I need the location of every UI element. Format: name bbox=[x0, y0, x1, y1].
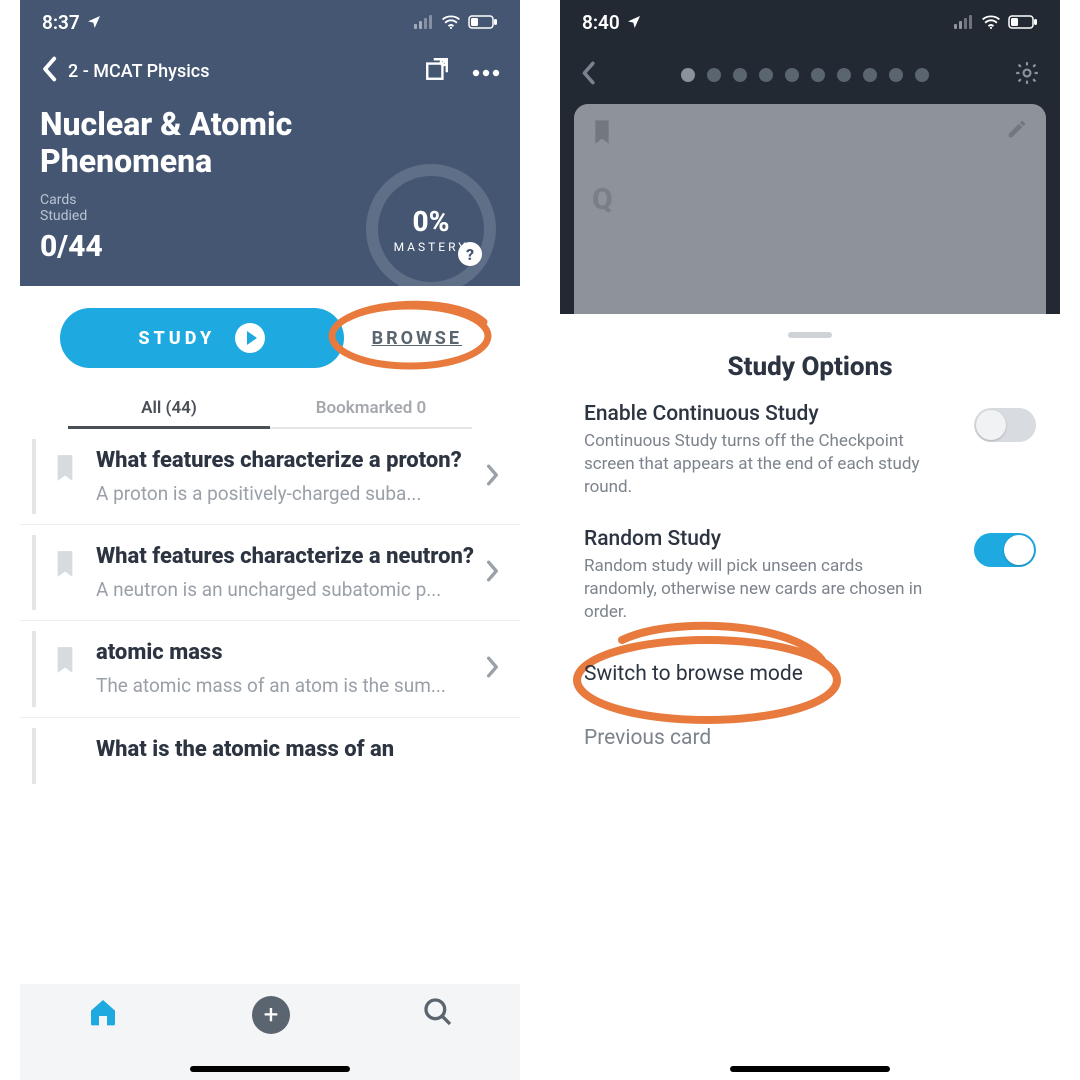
bookmark-icon[interactable] bbox=[592, 118, 612, 150]
home-icon bbox=[86, 996, 120, 1028]
home-indicator bbox=[730, 1066, 890, 1072]
settings-button[interactable] bbox=[1014, 60, 1040, 90]
progress-dot bbox=[759, 68, 773, 82]
battery-icon bbox=[468, 15, 498, 29]
progress-dot bbox=[837, 68, 851, 82]
wifi-icon bbox=[981, 14, 1001, 30]
home-tab[interactable] bbox=[86, 996, 120, 1032]
share-icon[interactable] bbox=[424, 56, 450, 86]
search-tab[interactable] bbox=[422, 996, 454, 1032]
signal-icon bbox=[414, 15, 434, 29]
bookmark-icon[interactable] bbox=[54, 453, 80, 487]
card-answer: A proton is a positively-charged suba... bbox=[96, 481, 476, 507]
option-random-study: Random Study Random study will pick unse… bbox=[584, 527, 1036, 624]
edit-icon[interactable] bbox=[1006, 118, 1028, 144]
battery-icon bbox=[1008, 15, 1038, 29]
progress-dots bbox=[681, 68, 929, 82]
sheet-grabber[interactable] bbox=[788, 332, 832, 338]
progress-dot bbox=[681, 68, 695, 82]
list-item[interactable]: atomic mass The atomic mass of an atom i… bbox=[20, 621, 520, 717]
option-continuous-study: Enable Continuous Study Continuous Study… bbox=[584, 402, 1036, 499]
signal-icon bbox=[954, 15, 974, 29]
progress-dot bbox=[707, 68, 721, 82]
tab-bookmarked[interactable]: Bookmarked 0 bbox=[270, 390, 472, 427]
wifi-icon bbox=[441, 14, 461, 30]
bookmark-icon[interactable] bbox=[54, 645, 80, 679]
deck-header: 2 - MCAT Physics Nuclear & Atomic Phenom… bbox=[20, 44, 520, 286]
search-icon bbox=[422, 996, 454, 1028]
bottom-nav: + bbox=[20, 984, 520, 1080]
gear-icon bbox=[1014, 60, 1040, 86]
chevron-right-icon bbox=[486, 464, 500, 490]
progress-dot bbox=[785, 68, 799, 82]
card-answer: A neutron is an uncharged subatomic p... bbox=[96, 577, 476, 603]
card-question: What features characterize a proton? bbox=[96, 447, 476, 475]
card-question: atomic mass bbox=[96, 639, 476, 667]
progress-dot bbox=[915, 68, 929, 82]
card-question: What features characterize a neutron? bbox=[96, 543, 476, 571]
card-list: What features characterize a proton? A p… bbox=[20, 429, 520, 793]
chevron-right-icon bbox=[486, 560, 500, 586]
browse-link[interactable]: BROWSE bbox=[354, 328, 480, 349]
option-description: Random study will pick unseen cards rand… bbox=[584, 555, 924, 624]
status-bar: 8:40 bbox=[560, 0, 1060, 44]
chevron-right-icon bbox=[486, 656, 500, 682]
play-icon bbox=[235, 323, 265, 353]
list-item[interactable]: What features characterize a proton? A p… bbox=[20, 429, 520, 525]
study-button[interactable]: STUDY bbox=[60, 308, 344, 368]
add-button[interactable]: + bbox=[252, 996, 290, 1034]
tabs: All (44) Bookmarked 0 bbox=[68, 390, 472, 429]
list-item[interactable]: What is the atomic mass of an bbox=[20, 718, 520, 794]
option-title: Random Study bbox=[584, 527, 958, 551]
status-time: 8:40 bbox=[582, 11, 620, 34]
toggle-random-study[interactable] bbox=[974, 533, 1036, 567]
back-button[interactable] bbox=[40, 56, 58, 86]
progress-dot bbox=[733, 68, 747, 82]
back-button[interactable] bbox=[580, 61, 596, 89]
deck-title: Nuclear & Atomic Phenomena bbox=[40, 106, 340, 180]
option-title: Enable Continuous Study bbox=[584, 402, 958, 426]
home-indicator bbox=[190, 1066, 350, 1072]
location-arrow-icon bbox=[86, 14, 102, 30]
question-icon: Q bbox=[592, 182, 613, 217]
study-label: STUDY bbox=[138, 328, 215, 349]
previous-card[interactable]: Previous card bbox=[584, 716, 1036, 760]
location-arrow-icon bbox=[626, 14, 642, 30]
progress-dot bbox=[863, 68, 877, 82]
list-item[interactable]: What features characterize a neutron? A … bbox=[20, 525, 520, 621]
status-bar: 8:37 bbox=[20, 0, 520, 44]
help-button[interactable]: ? bbox=[458, 242, 482, 266]
study-options-sheet: Study Options Enable Continuous Study Co… bbox=[560, 316, 1060, 1080]
toggle-continuous-study[interactable] bbox=[974, 408, 1036, 442]
bookmark-icon[interactable] bbox=[54, 549, 80, 583]
tab-all[interactable]: All (44) bbox=[68, 390, 270, 429]
study-header: Q bbox=[560, 44, 1060, 314]
mastery-ring: 0% MASTERY bbox=[366, 164, 496, 294]
progress-dot bbox=[811, 68, 825, 82]
status-time: 8:37 bbox=[42, 11, 80, 34]
sheet-title: Study Options bbox=[584, 352, 1036, 382]
card-answer: The atomic mass of an atom is the sum... bbox=[96, 673, 476, 699]
mastery-percent: 0% bbox=[413, 205, 450, 238]
card-question: What is the atomic mass of an bbox=[96, 736, 500, 764]
flashcard-preview[interactable]: Q bbox=[574, 104, 1046, 314]
progress-dot bbox=[889, 68, 903, 82]
switch-browse-mode[interactable]: Switch to browse mode bbox=[584, 652, 1036, 696]
breadcrumb-title[interactable]: 2 - MCAT Physics bbox=[68, 61, 209, 82]
more-icon[interactable] bbox=[472, 62, 500, 81]
option-description: Continuous Study turns off the Checkpoin… bbox=[584, 430, 924, 499]
